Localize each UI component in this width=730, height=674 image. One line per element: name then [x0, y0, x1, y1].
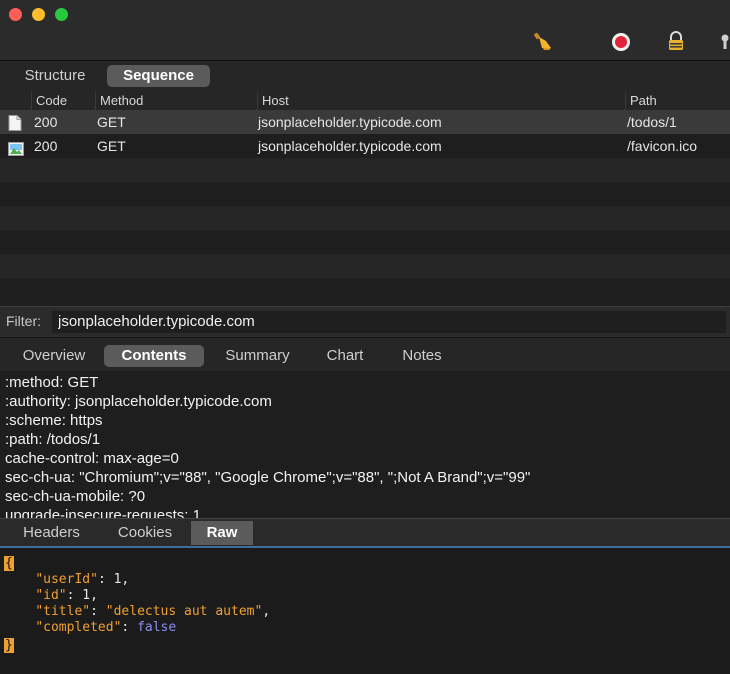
request-headers-pane: :method: GET :authority: jsonplaceholder… — [0, 372, 730, 518]
tab-chart[interactable]: Chart — [312, 345, 378, 367]
tab-summary[interactable]: Summary — [214, 345, 301, 367]
json-key: "completed" — [35, 620, 122, 635]
column-header-code[interactable]: Code — [31, 92, 94, 110]
json-line: "id": 1, — [35, 588, 98, 603]
json-comma: , — [262, 604, 271, 619]
response-tabs: Headers Cookies Raw — [0, 518, 730, 547]
image-icon — [8, 139, 24, 156]
json-key: "id" — [35, 588, 67, 603]
request-header-line: :method: GET — [5, 374, 99, 391]
filter-bar: Filter: — [0, 306, 730, 338]
record-icon[interactable] — [611, 32, 631, 52]
tab-sequence[interactable]: Sequence — [107, 65, 210, 87]
view-mode-tabs: Structure Sequence — [0, 61, 730, 92]
title-bar — [0, 0, 730, 61]
json-value: 1 — [82, 588, 91, 603]
request-header-line: sec-ch-ua-mobile: ?0 — [5, 488, 146, 505]
tab-overview[interactable]: Overview — [12, 345, 96, 367]
request-header-line: cache-control: max-age=0 — [5, 450, 179, 467]
cell-host: jsonplaceholder.typicode.com — [258, 114, 442, 130]
detail-tabs: Overview Contents Summary Chart Notes — [0, 338, 730, 371]
filter-label: Filter: — [6, 313, 41, 329]
request-header-line: upgrade-insecure-requests: 1 — [5, 507, 201, 518]
tab-raw[interactable]: Raw — [191, 521, 253, 545]
empty-row — [0, 158, 730, 182]
broom-icon[interactable] — [533, 31, 553, 51]
tab-contents[interactable]: Contents — [104, 345, 204, 367]
column-header-host[interactable]: Host — [257, 92, 624, 110]
json-value: "delectus aut autem" — [105, 604, 263, 619]
lock-icon[interactable] — [667, 31, 687, 51]
cell-method: GET — [97, 114, 126, 130]
tab-notes[interactable]: Notes — [388, 345, 456, 367]
empty-row — [0, 278, 730, 300]
document-icon — [8, 114, 22, 131]
filter-input[interactable] — [52, 311, 726, 333]
json-line: "completed": false — [35, 620, 177, 635]
json-line: "title": "delectus aut autem", — [35, 604, 271, 619]
json-open-brace: { — [4, 556, 14, 571]
zoom-window-button[interactable] — [55, 8, 68, 21]
request-header-line: :path: /todos/1 — [5, 431, 101, 448]
empty-row — [0, 230, 730, 254]
minimize-window-button[interactable] — [32, 8, 45, 21]
cell-code: 200 — [34, 138, 58, 154]
column-header-path[interactable]: Path — [625, 92, 730, 110]
cell-code: 200 — [34, 114, 58, 130]
empty-row — [0, 254, 730, 278]
cell-path: /todos/1 — [627, 114, 677, 130]
json-comma: , — [90, 588, 98, 603]
json-key: "title" — [35, 604, 91, 619]
json-line: } — [4, 638, 14, 654]
cell-path: /favicon.ico — [627, 138, 698, 154]
request-header-line: :authority: jsonplaceholder.typicode.com — [5, 393, 272, 410]
raw-response-pane[interactable]: { "userId": 1, "id": 1, "title": "delect… — [0, 548, 730, 674]
tab-cookies[interactable]: Cookies — [103, 521, 187, 545]
wrench-icon[interactable] — [720, 34, 730, 54]
request-header-line: sec-ch-ua: "Chromium";v="88", "Google Ch… — [5, 469, 531, 486]
json-comma: , — [121, 572, 130, 587]
request-header-line: :scheme: https — [5, 412, 103, 429]
request-table: 200 GET jsonplaceholder.typicode.com /to… — [0, 110, 730, 300]
json-line: { — [4, 556, 14, 572]
empty-row — [0, 182, 730, 206]
cell-method: GET — [97, 138, 126, 154]
table-row[interactable]: 200 GET jsonplaceholder.typicode.com /to… — [0, 110, 730, 134]
column-header-method[interactable]: Method — [95, 92, 256, 110]
json-close-brace: } — [4, 638, 14, 653]
json-line: "userId": 1, — [35, 572, 130, 587]
empty-row — [0, 206, 730, 230]
table-row[interactable]: 200 GET jsonplaceholder.typicode.com /fa… — [0, 134, 730, 158]
tab-headers[interactable]: Headers — [8, 521, 95, 545]
cell-host: jsonplaceholder.typicode.com — [258, 138, 442, 154]
json-key: "userId" — [35, 572, 98, 587]
app-window: Structure Sequence Code Method Host Path… — [0, 0, 730, 674]
json-value: false — [137, 620, 177, 635]
tab-structure[interactable]: Structure — [12, 65, 98, 87]
table-header: Code Method Host Path — [0, 92, 730, 110]
close-window-button[interactable] — [9, 8, 22, 21]
